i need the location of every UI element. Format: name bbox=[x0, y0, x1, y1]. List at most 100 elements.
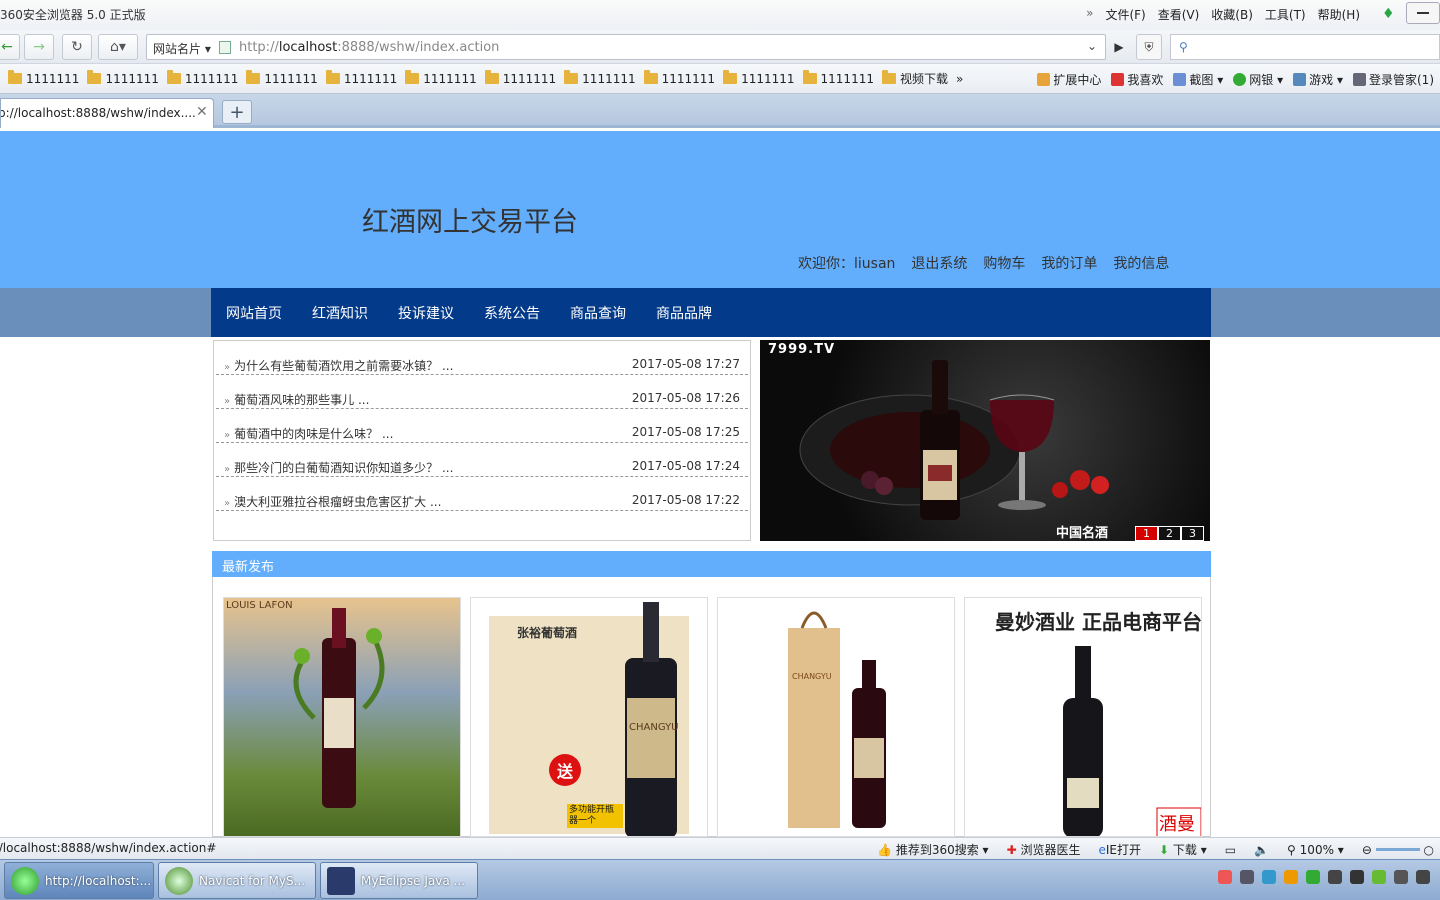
network-icon[interactable] bbox=[1394, 870, 1408, 884]
menu-tools[interactable]: 工具(T) bbox=[1265, 6, 1306, 23]
login-manager-button[interactable]: 登录管家(1) bbox=[1353, 71, 1434, 88]
online-bank-button[interactable]: 网银 ▾ bbox=[1233, 71, 1283, 88]
ie-open-button[interactable]: eIE打开 bbox=[1098, 841, 1141, 858]
tab-close-icon[interactable]: ✕ bbox=[196, 104, 208, 120]
bookmark-item[interactable]: 1111111 bbox=[564, 70, 636, 86]
menu-favorites[interactable]: 收藏(B) bbox=[1211, 6, 1253, 23]
like-button[interactable]: 我喜欢 bbox=[1111, 71, 1163, 88]
news-title[interactable]: 葡萄酒风味的那些事儿 ... bbox=[234, 393, 369, 407]
extensions-center-button[interactable]: 扩展中心 bbox=[1037, 71, 1101, 88]
folder-icon bbox=[723, 70, 738, 84]
my-orders-link[interactable]: 我的订单 bbox=[1041, 253, 1097, 273]
bookmark-item[interactable]: 1111111 bbox=[246, 70, 318, 86]
cart-link[interactable]: 购物车 bbox=[983, 253, 1025, 273]
forward-button[interactable]: → bbox=[24, 34, 54, 60]
bookmark-item[interactable]: 1111111 bbox=[166, 70, 238, 86]
banner-slideshow[interactable]: 7999.TV 中国名酒 1 2 3 bbox=[760, 340, 1210, 541]
volume-icon[interactable] bbox=[1416, 870, 1430, 884]
bookmark-item[interactable]: 1111111 bbox=[405, 70, 477, 86]
bookmark-item-video-download[interactable]: 视频下载 bbox=[881, 70, 948, 87]
product-card[interactable]: 曼妙酒业 正品电商平台 酒曼 bbox=[964, 597, 1202, 837]
browser-doctor-button[interactable]: ✚ 浏览器医生 bbox=[1007, 841, 1081, 858]
news-title[interactable]: 为什么有些葡萄酒饮用之前需要冰镇？ ... bbox=[234, 359, 453, 373]
nav-product-search[interactable]: 商品查询 bbox=[570, 303, 626, 323]
bookmark-item[interactable]: 1111111 bbox=[8, 70, 79, 86]
bookmark-item[interactable]: 1111111 bbox=[643, 70, 715, 86]
security-shield-button[interactable]: ⛨ bbox=[1136, 34, 1162, 60]
product-card[interactable]: 张裕葡萄酒 送 CHANGYU 多功能开瓶器一个 bbox=[470, 597, 708, 837]
tray-icon[interactable] bbox=[1306, 870, 1320, 884]
news-item[interactable]: » 那些冷门的白葡萄酒知识你知道多少？ ... 2017-05-08 17:24 bbox=[216, 443, 748, 477]
news-item[interactable]: » 澳大利亚雅拉谷根瘤蚜虫危害区扩大 ... 2017-05-08 17:22 bbox=[216, 477, 748, 511]
ie-icon: e bbox=[1098, 843, 1106, 857]
volume-icon[interactable]: 🔈 bbox=[1254, 843, 1269, 857]
bookmark-item[interactable]: 1111111 bbox=[723, 70, 795, 86]
bookmarks-more-button[interactable]: » bbox=[956, 72, 963, 86]
refresh-button[interactable]: ↻ bbox=[62, 34, 92, 60]
search-input[interactable]: ⚲ bbox=[1170, 34, 1440, 60]
bookmark-item[interactable]: 1111111 bbox=[802, 70, 874, 86]
news-title[interactable]: 澳大利亚雅拉谷根瘤蚜虫危害区扩大 ... bbox=[234, 495, 441, 509]
zoom-slider[interactable]: ⊖ ○ bbox=[1362, 843, 1434, 857]
taskbar-myeclipse[interactable]: MyEclipse Java ... bbox=[320, 862, 478, 899]
tray-icon[interactable] bbox=[1240, 870, 1254, 884]
browser-tab-active[interactable]: http://localhost:8888/wshw/index.... bbox=[0, 98, 214, 128]
logout-link[interactable]: 退出系统 bbox=[911, 253, 967, 273]
news-item[interactable]: » 葡萄酒风味的那些事儿 ... 2017-05-08 17:26 bbox=[216, 375, 748, 409]
menu-overflow-icon[interactable]: » bbox=[1086, 6, 1093, 23]
tray-icon[interactable] bbox=[1372, 870, 1386, 884]
nav-home[interactable]: 网站首页 bbox=[226, 303, 282, 323]
menu-help[interactable]: 帮助(H) bbox=[1318, 6, 1360, 23]
site-card-button[interactable]: 网站名片 ▾ bbox=[153, 40, 211, 57]
games-button[interactable]: 游戏 ▾ bbox=[1293, 71, 1343, 88]
tray-icon[interactable] bbox=[1262, 870, 1276, 884]
news-title[interactable]: 那些冷门的白葡萄酒知识你知道多少？ ... bbox=[234, 461, 453, 475]
task-label: MyEclipse Java ... bbox=[361, 873, 465, 888]
news-item[interactable]: » 为什么有些葡萄酒饮用之前需要冰镇？ ... 2017-05-08 17:27 bbox=[216, 341, 748, 375]
my-info-link[interactable]: 我的信息 bbox=[1113, 253, 1169, 273]
nav-announcements[interactable]: 系统公告 bbox=[484, 303, 540, 323]
recommend-360-button[interactable]: 👍 推荐到360搜索 ▾ bbox=[877, 841, 989, 858]
news-title[interactable]: 葡萄酒中的肉味是什么味？ ... bbox=[234, 427, 393, 441]
bookmark-item[interactable]: 1111111 bbox=[87, 70, 159, 86]
main-nav: 网站首页 红酒知识 投诉建议 系统公告 商品查询 商品品牌 bbox=[211, 288, 1211, 337]
banner-page-3[interactable]: 3 bbox=[1181, 526, 1204, 541]
address-bar[interactable]: 网站名片 ▾ http://localhost:8888/wshw/index.… bbox=[146, 34, 1106, 60]
banner-page-2[interactable]: 2 bbox=[1158, 526, 1181, 541]
back-button[interactable]: ← bbox=[0, 34, 20, 60]
menu-view[interactable]: 查看(V) bbox=[1158, 6, 1200, 23]
bookmark-item[interactable]: 1111111 bbox=[325, 70, 397, 86]
wrench-icon bbox=[1353, 72, 1366, 86]
go-button[interactable]: ▶ bbox=[1108, 34, 1130, 60]
url-host: localhost bbox=[278, 40, 338, 55]
menu-file[interactable]: 文件(F) bbox=[1105, 6, 1145, 23]
bookmark-item[interactable]: 1111111 bbox=[484, 70, 556, 86]
taskbar-browser[interactable]: http://localhost:... bbox=[4, 862, 154, 899]
tray-icon[interactable] bbox=[1284, 870, 1298, 884]
banner-page-1[interactable]: 1 bbox=[1135, 526, 1158, 541]
bookmark-label: 1111111 bbox=[582, 71, 636, 86]
zoom-control[interactable]: ⚲ 100% ▾ bbox=[1287, 843, 1344, 857]
product-brand-text: CHANGYU bbox=[792, 672, 832, 681]
news-item[interactable]: » 葡萄酒中的肉味是什么味？ ... 2017-05-08 17:25 bbox=[216, 409, 748, 443]
nav-complaints[interactable]: 投诉建议 bbox=[398, 303, 454, 323]
url-path: :8888/wshw/index.action bbox=[337, 40, 500, 55]
nav-brands[interactable]: 商品品牌 bbox=[656, 303, 712, 323]
new-tab-button[interactable]: + bbox=[222, 100, 252, 124]
screenshot-button[interactable]: 截图 ▾ bbox=[1173, 71, 1223, 88]
skin-icon[interactable]: ♦ bbox=[1382, 6, 1398, 22]
product-image bbox=[788, 611, 886, 828]
taskbar-navicat[interactable]: Navicat for MyS... bbox=[158, 862, 316, 899]
product-card[interactable]: CHANGYU bbox=[717, 597, 955, 837]
url-dropdown-icon[interactable]: ⌄ bbox=[1087, 39, 1097, 53]
home-button[interactable]: ⌂▾ bbox=[98, 34, 138, 60]
tray-icon[interactable] bbox=[1328, 870, 1342, 884]
minimize-button[interactable] bbox=[1406, 2, 1440, 24]
nav-wine-knowledge[interactable]: 红酒知识 bbox=[312, 303, 368, 323]
url-text[interactable]: http://localhost:8888/wshw/index.action bbox=[239, 40, 499, 55]
window-icon[interactable]: ▭ bbox=[1225, 843, 1236, 857]
download-button[interactable]: ⬇ 下载 ▾ bbox=[1159, 841, 1207, 858]
product-card[interactable]: LOUIS LAFON bbox=[223, 597, 461, 837]
tray-icon[interactable] bbox=[1350, 870, 1364, 884]
input-method-icon[interactable] bbox=[1218, 870, 1232, 884]
